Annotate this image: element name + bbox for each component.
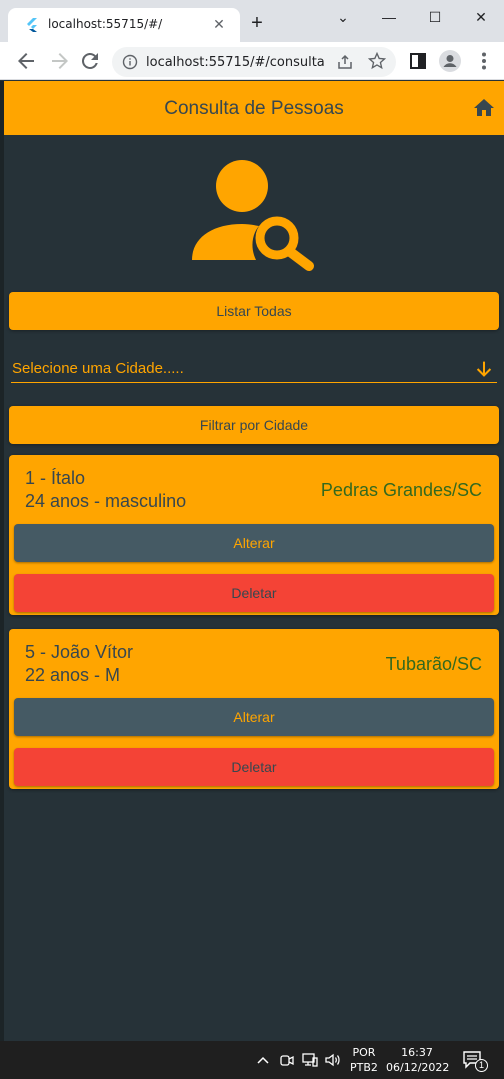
share-icon[interactable] (336, 53, 354, 71)
maximize-button[interactable]: ☐ (420, 6, 450, 28)
browser-toolbar: localhost:55715/#/consulta (0, 42, 504, 80)
network-icon[interactable] (301, 1051, 319, 1069)
clock-date: 06/12/2022 (386, 1061, 450, 1074)
back-arrow-icon[interactable] (14, 49, 38, 73)
browser-tabstrip: localhost:55715/#/ ✕ + ⌄ — ☐ ✕ (0, 0, 504, 42)
tab-title: localhost:55715/#/ (48, 17, 163, 31)
tab-search-icon[interactable]: ⌄ (328, 6, 358, 28)
person-search-icon (192, 160, 314, 271)
volume-icon[interactable] (324, 1051, 342, 1069)
close-window-button[interactable]: ✕ (466, 6, 496, 28)
profile-avatar-icon[interactable] (438, 49, 462, 73)
arrow-down-icon[interactable] (473, 358, 495, 380)
reload-icon[interactable] (78, 49, 102, 73)
app-bar: Consulta de Pessoas (4, 81, 504, 135)
minimize-button[interactable]: — (374, 6, 404, 28)
keyboard-layout: PTB2 (350, 1061, 378, 1074)
window-edge (0, 81, 4, 1041)
notifications-button[interactable]: 1 (462, 1050, 488, 1072)
city-select[interactable]: Selecione uma Cidade..... (11, 356, 497, 383)
meet-now-icon[interactable] (278, 1051, 296, 1069)
chevron-up-icon[interactable] (254, 1051, 272, 1069)
clock-time: 16:37 (401, 1046, 433, 1059)
filter-by-city-button[interactable]: Filtrar por Cidade (9, 406, 499, 444)
url-text[interactable]: localhost:55715/#/consulta (146, 55, 325, 70)
person-card: 5 - João Vítor 22 anos - M Tubarão/SC Al… (9, 629, 499, 789)
city-select-placeholder: Selecione uma Cidade..... (12, 360, 184, 377)
close-tab-icon[interactable]: ✕ (210, 15, 228, 33)
bookmark-star-icon[interactable] (368, 52, 386, 70)
info-icon[interactable] (122, 54, 138, 70)
forward-arrow-icon[interactable] (48, 49, 72, 73)
delete-button[interactable]: Deletar (14, 574, 494, 612)
language-code: POR (352, 1046, 376, 1059)
delete-button[interactable]: Deletar (14, 748, 494, 786)
side-panel-icon[interactable] (406, 49, 430, 73)
person-city: Tubarão/SC (385, 654, 482, 674)
address-bar[interactable]: localhost:55715/#/consulta (112, 47, 396, 77)
language-indicator[interactable]: POR PTB2 (350, 1045, 378, 1075)
person-id-name: 5 - João Vítor (25, 642, 134, 662)
clock[interactable]: 16:37 06/12/2022 (386, 1045, 450, 1075)
browser-tab[interactable]: localhost:55715/#/ ✕ (8, 8, 240, 42)
page-title: Consulta de Pessoas (164, 98, 344, 119)
more-menu-icon[interactable] (472, 49, 496, 73)
alter-button[interactable]: Alterar (14, 698, 494, 736)
taskbar: POR PTB2 16:37 06/12/2022 1 (0, 1041, 504, 1079)
notification-count-badge: 1 (475, 1059, 488, 1072)
home-icon[interactable] (472, 96, 496, 120)
new-tab-button[interactable]: + (246, 12, 268, 34)
alter-button[interactable]: Alterar (14, 524, 494, 562)
person-id-name: 1 - Ítalo (25, 468, 86, 488)
person-card: 1 - Ítalo 24 anos - masculino Pedras Gra… (9, 455, 499, 615)
person-city: Pedras Grandes/SC (320, 480, 482, 500)
flutter-icon (27, 18, 37, 32)
person-age-gender: 24 anos - masculino (25, 491, 187, 511)
list-all-button[interactable]: Listar Todas (9, 292, 499, 330)
person-age-gender: 22 anos - M (25, 665, 121, 685)
